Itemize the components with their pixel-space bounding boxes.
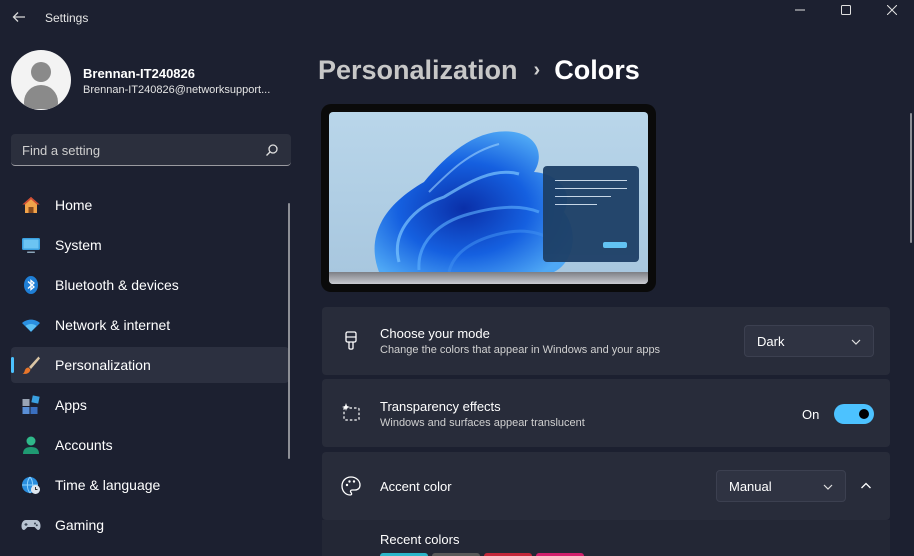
paint-bucket-icon — [345, 331, 357, 350]
main-scrollbar[interactable] — [910, 113, 912, 243]
preview-line — [555, 196, 611, 197]
toggle-knob — [859, 409, 869, 419]
mode-dropdown-value: Dark — [757, 334, 785, 349]
minimize-button[interactable] — [777, 0, 823, 20]
sidebar-item-label: System — [55, 237, 102, 253]
search-input[interactable]: Find a setting — [11, 134, 291, 166]
transparency-toggle[interactable] — [834, 404, 874, 424]
mode-description: Change the colors that appear in Windows… — [380, 344, 661, 356]
sidebar-item-apps[interactable]: Apps — [11, 387, 289, 423]
active-indicator — [11, 357, 14, 373]
gamepad-icon — [21, 520, 41, 530]
accent-setting-card[interactable]: Accent color Manual — [322, 452, 890, 520]
back-button[interactable] — [8, 6, 30, 28]
sidebar-item-label: Accounts — [55, 437, 113, 453]
palette-icon — [341, 476, 361, 496]
sidebar-item-accounts[interactable]: Accounts — [11, 427, 289, 463]
sidebar-item-system[interactable]: System — [11, 227, 289, 263]
transparency-description: Windows and surfaces appear translucent — [380, 417, 585, 429]
collapse-button[interactable] — [852, 472, 880, 500]
sidebar-item-label: Apps — [55, 397, 87, 413]
sidebar-item-label: Bluetooth & devices — [55, 277, 179, 293]
sidebar-item-label: Network & internet — [55, 317, 171, 333]
page-title: Colors — [554, 54, 640, 85]
sidebar-item-bluetooth[interactable]: Bluetooth & devices — [11, 267, 289, 303]
preview-line — [555, 204, 597, 205]
breadcrumb-separator: › — [533, 58, 541, 81]
mode-setting-card: Choose your mode Change the colors that … — [322, 307, 890, 375]
close-icon — [887, 5, 897, 15]
avatar — [11, 50, 71, 110]
chevron-up-icon — [861, 482, 871, 489]
transparency-setting-card: Transparency effects Windows and surface… — [322, 379, 890, 447]
sidebar-item-home[interactable]: Home — [11, 187, 289, 223]
breadcrumb-parent[interactable]: Personalization — [318, 55, 518, 86]
avatar-head-icon — [31, 62, 51, 82]
home-icon — [22, 197, 40, 213]
preview-wallpaper — [329, 112, 648, 284]
title-bar: Settings — [0, 0, 914, 36]
transparency-title: Transparency effects — [380, 399, 501, 414]
sidebar-item-label: Time & language — [55, 477, 161, 493]
system-icon — [22, 238, 40, 253]
sidebar-scrollbar[interactable] — [288, 203, 290, 459]
search-placeholder: Find a setting — [22, 143, 101, 158]
back-arrow-icon — [12, 12, 25, 22]
maximize-icon — [841, 5, 851, 15]
sidebar-item-gaming[interactable]: Gaming — [11, 507, 289, 543]
accent-dropdown-value: Manual — [729, 479, 772, 494]
chevron-down-icon — [823, 484, 833, 490]
sidebar-item-label: Home — [55, 197, 93, 213]
maximize-button[interactable] — [823, 0, 869, 20]
sidebar-item-time-language[interactable]: Time & language — [11, 467, 289, 503]
mode-dropdown[interactable]: Dark — [744, 325, 874, 357]
accounts-icon — [23, 436, 39, 454]
globe-clock-icon — [22, 476, 40, 494]
accent-title: Accent color — [380, 479, 452, 494]
preview-window — [543, 166, 639, 262]
theme-preview — [321, 104, 656, 292]
minimize-icon — [795, 9, 805, 11]
wifi-icon — [22, 319, 40, 332]
user-email: Brennan-IT240826@networksupport... — [83, 84, 271, 96]
chevron-down-icon — [851, 339, 861, 345]
avatar-body-icon — [24, 85, 58, 109]
preview-line — [555, 180, 627, 181]
recent-colors-label: Recent colors — [380, 532, 460, 547]
transparency-state-label: On — [802, 407, 820, 422]
preview-line — [555, 188, 627, 189]
user-name: Brennan-IT240826 — [83, 66, 195, 81]
bluetooth-icon — [24, 276, 38, 294]
sidebar-item-personalization[interactable]: Personalization — [11, 347, 289, 383]
user-profile[interactable]: Brennan-IT240826 Brennan-IT240826@networ… — [11, 50, 301, 112]
sidebar-item-label: Gaming — [55, 517, 105, 533]
breadcrumb: Personalization › Colors — [318, 50, 640, 90]
preview-taskbar — [329, 272, 648, 284]
recent-colors-section: Recent colors — [322, 520, 890, 556]
accent-dropdown[interactable]: Manual — [716, 470, 846, 502]
apps-icon — [22, 395, 40, 414]
app-title: Settings — [45, 11, 89, 25]
paintbrush-icon — [22, 356, 40, 374]
preview-button — [603, 242, 627, 248]
sidebar-item-label: Personalization — [55, 357, 151, 373]
close-button[interactable] — [869, 0, 914, 20]
sidebar-nav: Home System Bluetooth & devices Network … — [11, 187, 289, 547]
mode-title: Choose your mode — [380, 326, 490, 341]
search-icon — [266, 144, 278, 156]
transparency-sparkle-icon — [342, 403, 360, 421]
sidebar-item-network[interactable]: Network & internet — [11, 307, 289, 343]
